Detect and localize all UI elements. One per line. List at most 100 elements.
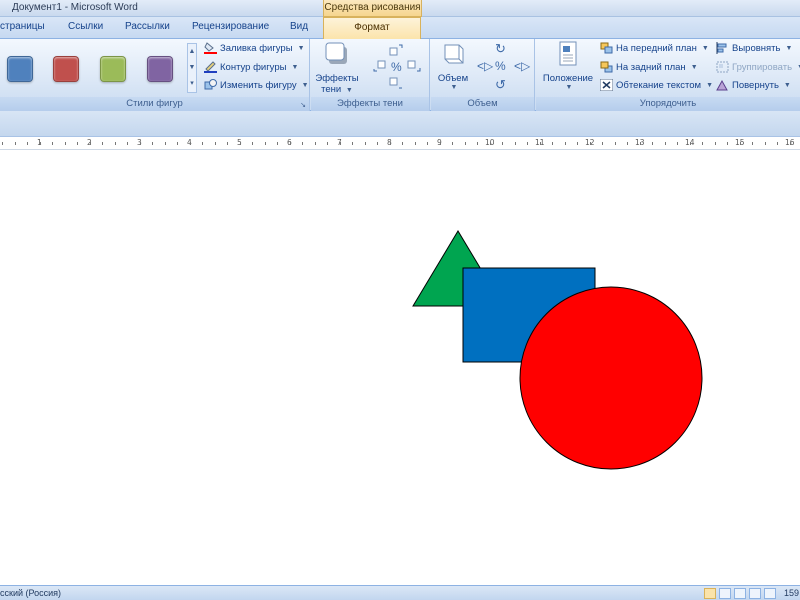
position-button[interactable]: Положение ▼ (540, 41, 596, 93)
group-objects-button[interactable]: Группировать ▼ (716, 61, 800, 73)
style-swatch-red[interactable] (53, 56, 79, 82)
style-swatch-blue[interactable] (7, 56, 33, 82)
outline-view-icon[interactable] (749, 588, 761, 599)
ruler-tick (64, 142, 66, 145)
ruler-tick (102, 142, 103, 145)
ruler-tick (727, 142, 728, 145)
shape-outline-label: Контур фигуры (220, 61, 287, 73)
nudge-shadow-right-icon[interactable] (407, 60, 421, 72)
web-layout-view-icon[interactable] (734, 588, 746, 599)
ruler-tick (789, 142, 791, 145)
nudge-shadow-up-icon[interactable] (389, 44, 403, 56)
style-swatch-green[interactable] (100, 56, 126, 82)
draft-view-icon[interactable] (764, 588, 776, 599)
shape-outline-button[interactable]: Контур фигуры ▼ (204, 61, 298, 73)
ruler-tick (189, 142, 191, 145)
text-wrap-icon (600, 79, 613, 91)
tab-page-layout[interactable]: страницы (0, 21, 45, 32)
change-shape-icon (204, 79, 217, 90)
tilt-left-icon[interactable]: <▷ (477, 59, 493, 73)
horizontal-ruler[interactable]: 1 2 3 4 5 6 7 8 9 10 11 12 13 14 15 16 (0, 137, 800, 150)
gallery-down-icon[interactable]: ▼ (188, 60, 196, 76)
ruler-tick (552, 142, 553, 145)
group-label-shadow-effects: Эффекты тени (311, 97, 429, 111)
ruler-tick (414, 142, 416, 145)
nudge-shadow-left-icon[interactable] (373, 60, 387, 72)
dropdown-arrow-icon: ▼ (301, 81, 309, 89)
gallery-scrollbar[interactable]: ▲ ▼ ▾ (187, 43, 197, 93)
ruler-tick (439, 142, 441, 145)
ruler-tick (777, 142, 778, 145)
group-label-3d-effects: Объем (431, 97, 534, 111)
rotate-icon (716, 79, 728, 91)
send-to-back-button[interactable]: На задний план ▼ (600, 61, 698, 73)
shadow-toggle-icon[interactable]: % (391, 60, 402, 74)
change-shape-label: Изменить фигуру (220, 79, 297, 91)
ruler-tick (152, 142, 153, 145)
ruler-tick (214, 142, 216, 145)
ruler-tick (752, 142, 753, 145)
tab-view[interactable]: Вид (290, 21, 308, 32)
change-shape-button[interactable]: Изменить фигуру ▼ (204, 79, 309, 91)
nudge-shadow-down-icon[interactable] (389, 77, 403, 89)
3d-effects-button[interactable]: Объем ▼ (431, 41, 475, 93)
tilt-up-icon[interactable]: ↻ (495, 41, 506, 57)
tilt-right-icon[interactable]: <▷ (514, 59, 530, 73)
ruler-tick (389, 142, 391, 145)
ruler-tick (489, 142, 491, 145)
ribbon-tabs: страницы Ссылки Рассылки Рецензирование … (0, 17, 800, 40)
group-arrange: Положение ▼ На передний план ▼ На задний… (536, 39, 800, 111)
ruler-tick (627, 142, 628, 145)
ruler-tick (77, 142, 78, 145)
gallery-up-icon[interactable]: ▲ (188, 44, 196, 60)
dialog-launcher-icon[interactable]: ↘ (300, 101, 306, 109)
tab-mailings[interactable]: Рассылки (125, 21, 170, 32)
print-layout-view-icon[interactable] (704, 588, 716, 599)
ruler-tick (164, 142, 166, 145)
shadow-effects-icon (325, 42, 347, 64)
dropdown-arrow-icon: ▼ (291, 63, 299, 71)
ruler-tick (452, 142, 453, 145)
ruler-tick (514, 142, 516, 145)
3d-toggle-icon[interactable]: % (495, 59, 506, 73)
ruler-tick (677, 142, 678, 145)
ruler-tick (539, 142, 541, 145)
red-circle-shape[interactable] (519, 286, 703, 470)
tab-format[interactable]: Формат (323, 17, 421, 40)
text-wrap-button[interactable]: Обтекание текстом ▼ (600, 79, 713, 91)
style-swatch-purple[interactable] (147, 56, 173, 82)
gallery-more-icon[interactable]: ▾ (188, 76, 196, 92)
3d-box-icon (444, 44, 464, 64)
ruler-tick (327, 142, 328, 145)
tab-references[interactable]: Ссылки (68, 21, 103, 32)
language-indicator[interactable]: сский (Россия) (0, 588, 61, 598)
window-title: Документ1 - Microsoft Word (12, 2, 138, 13)
document-canvas[interactable] (0, 151, 800, 585)
ribbon: ▲ ▼ ▾ Заливка фигуры ▼ Контур фигуры ▼ И… (0, 39, 800, 111)
tilt-down-icon[interactable]: ↺ (495, 77, 506, 93)
pen-icon (204, 61, 217, 73)
ruler-tick (277, 142, 278, 145)
ruler-tick (427, 142, 428, 145)
ruler-tick (527, 142, 528, 145)
ruler-tick (177, 142, 178, 145)
shape-fill-button[interactable]: Заливка фигуры ▼ (204, 42, 305, 54)
bring-to-front-button[interactable]: На передний план ▼ (600, 42, 709, 54)
shadow-effects-button[interactable]: Эффекты тени ▼ (315, 41, 359, 95)
ruler-tick (52, 142, 53, 145)
ruler-tick (114, 142, 116, 145)
ruler-tick (614, 142, 616, 145)
zoom-level[interactable]: 159 (784, 588, 799, 598)
align-icon (716, 42, 727, 54)
ruler-tick (2, 142, 3, 145)
ruler-tick (302, 142, 303, 145)
full-screen-view-icon[interactable] (719, 588, 731, 599)
group-shadow-effects: Эффекты тени ▼ % Эффекты тени (311, 39, 430, 111)
tab-review[interactable]: Рецензирование (192, 21, 269, 32)
ruler-tick (239, 142, 241, 145)
rotate-label: Повернуть (732, 79, 779, 91)
3d-effects-label: Объем (437, 73, 469, 84)
align-button[interactable]: Выровнять ▼ (716, 42, 792, 54)
rotate-button[interactable]: Повернуть ▼ (716, 79, 791, 91)
ruler-tick (364, 142, 366, 145)
